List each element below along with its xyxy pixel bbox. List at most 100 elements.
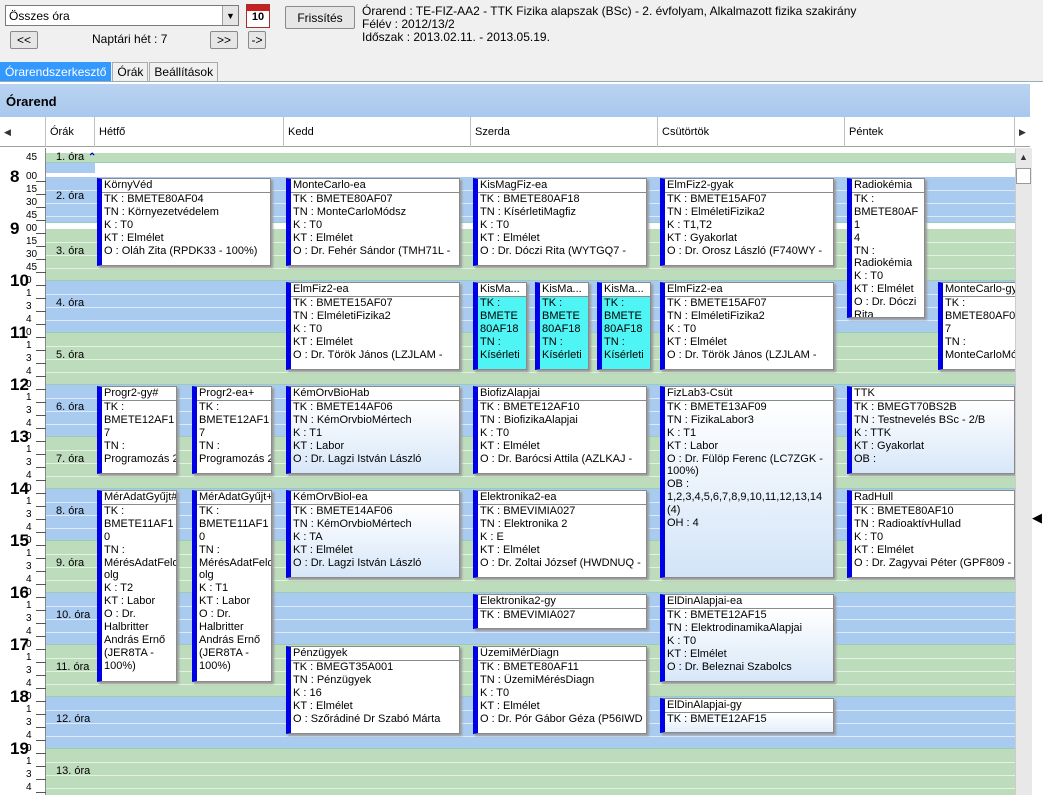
event-card[interactable]: ElmFiz2-ea TK : BMETE15AF07 TN : ElméletiF… — [660, 282, 834, 370]
column-monday[interactable]: Hétfő — [95, 117, 284, 147]
row-divider — [46, 359, 1015, 360]
event-card[interactable]: Pénzügyek TK : BMEGT35A001 TN : Pénzügyek K… — [286, 646, 460, 734]
event-line: K : T0 — [104, 218, 134, 231]
event-card[interactable]: ElmFiz2-gyak TK : BMETE15AF07 TN : Elmélet… — [660, 178, 834, 266]
event-card[interactable]: FizLab3-Csüt TK : BMETE13AF09 TN : FizikaL… — [660, 386, 834, 578]
event-card[interactable]: KisMa... TK : BMETE 80AF18 TN : Kísérleti — [535, 282, 589, 370]
event-card[interactable]: Progr2-ea+ TK : BMETE12AF1 7 TN : Programozás… — [192, 386, 272, 474]
tab-classes[interactable]: Órák — [112, 62, 149, 81]
event-line: KT : Elmélet — [667, 647, 727, 660]
event-card[interactable]: MonteCarlo-ea TK : BMETE80AF07 TN : MonteC… — [286, 178, 460, 266]
tick-mark — [36, 623, 46, 624]
event-card[interactable]: Elektronika2-ea TK : BMEVIMIA027 TN : Elek… — [473, 490, 647, 578]
tick-mark — [36, 233, 46, 234]
refresh-button[interactable]: Frissítés — [285, 6, 355, 29]
tick-mark — [36, 701, 46, 702]
event-line: KT : Elmélet — [104, 231, 164, 244]
column-friday[interactable]: Péntek — [845, 117, 1015, 147]
event-card[interactable]: Radiokémia TK : BMETE80AF1 4 TN : Radiokémia K… — [847, 178, 925, 318]
next-week-button[interactable]: >> — [210, 31, 238, 49]
period-row: 13. óra — [46, 749, 1015, 795]
event-body: TK : BMEVIMIA027 — [478, 609, 646, 628]
event-line: KT : Elmélet — [480, 699, 540, 712]
tick-mark — [36, 688, 46, 689]
jump-button[interactable]: -> — [248, 31, 266, 49]
event-line: TN : ElméletiFizika2 — [667, 309, 765, 322]
event-card[interactable]: TTK TK : BMEGT70BS2B TN : Testnevelés BSc … — [847, 386, 1015, 474]
event-card[interactable]: KisMa... TK : BMETE 80AF18 TN : Kísérleti — [473, 282, 527, 370]
event-line: TN : — [945, 335, 966, 348]
collapse-panel-icon[interactable]: ◀ — [1032, 510, 1042, 526]
event-card[interactable]: Progr2-gy# TK : BMETE12AF1 7 TN : Programozás… — [97, 386, 177, 474]
event-line: Halbritter — [199, 621, 244, 634]
tick-mark — [36, 337, 46, 338]
scroll-right-icon[interactable]: ▶ — [1015, 117, 1030, 147]
column-tuesday[interactable]: Kedd — [284, 117, 471, 147]
event-card[interactable]: MérAdatGyűjt+ TK : BMETE11AF1 0 TN : MérésAda… — [192, 490, 272, 682]
event-line: (JER8TA - — [199, 646, 249, 659]
expand-up-icon[interactable]: ⌃ — [88, 152, 96, 163]
row-divider — [46, 346, 1015, 347]
prev-week-button[interactable]: << — [10, 31, 38, 49]
tick-mark — [36, 285, 46, 286]
event-card[interactable]: MérAdatGyűjt# TK : BMETE11AF1 0 TN : MérésAda… — [97, 490, 177, 682]
event-title: Radiokémia — [852, 179, 924, 193]
tick-mark — [36, 181, 46, 182]
event-line: BMETE11AF1 — [199, 517, 269, 530]
chevron-down-icon[interactable]: ▼ — [222, 6, 238, 25]
event-title: RadHull — [852, 491, 1014, 505]
event-line: TK : BMEGT35A001 — [293, 660, 394, 673]
event-body: TK : BMETE15AF07 TN : ElméletiFizika2 K : … — [291, 297, 459, 369]
event-line: K : T0 — [480, 218, 510, 231]
event-line: K : T0 — [667, 322, 697, 335]
event-line: 80AF18 — [604, 322, 643, 335]
event-line: (4) — [667, 504, 681, 517]
event-line: 1,2,3,4,5,6,7,8,9,10,11,12,13,14 — [667, 491, 823, 504]
event-line: BMETE — [480, 309, 518, 322]
event-card[interactable]: KémOrvBiol-ea TK : BMETE14AF06 TN : KémOrv… — [286, 490, 460, 578]
event-card[interactable]: ElmFiz2-ea TK : BMETE15AF07 TN : ElméletiF… — [286, 282, 460, 370]
filter-value: Összes óra — [9, 8, 70, 23]
event-line: OB : — [667, 478, 690, 491]
tick-mark — [36, 753, 46, 754]
tab-editor[interactable]: Órarendszerkesztő — [0, 62, 112, 81]
event-line: TK : BMETE13AF09 — [667, 400, 767, 413]
scrollbar-thumb[interactable] — [1016, 168, 1031, 184]
event-line: TN : Pénzügyek — [293, 673, 372, 686]
event-line: TN : ElektrodinamikaAlapjai — [667, 621, 803, 634]
column-thursday[interactable]: Csütörtök — [658, 117, 845, 147]
scroll-up-icon[interactable]: ▲ — [1019, 152, 1028, 162]
event-line: Programozás 2 — [199, 452, 271, 465]
event-card[interactable]: KisMa... TK : BMETE 80AF18 TN : Kísérleti — [597, 282, 651, 370]
event-line: BMETE — [542, 309, 580, 322]
minute-label: 0 — [26, 431, 32, 442]
calendar-icon[interactable]: 10 — [246, 4, 270, 28]
event-card[interactable]: RadHull TK : BMETE80AF10 TN : RadioaktívHu… — [847, 490, 1015, 578]
event-line: 7 — [945, 322, 952, 335]
selected-cell[interactable] — [46, 163, 95, 173]
event-card[interactable]: ElDinAlapjai-gy TK : BMETE12AF15 — [660, 698, 834, 733]
event-line: K : T0 — [667, 634, 697, 647]
event-card[interactable]: ElDinAlapjai-ea TK : BMETE12AF15 TN : Elek… — [660, 594, 834, 682]
tick-mark — [36, 350, 46, 351]
event-card[interactable]: KisMagFiz-ea TK : BMETE80AF18 TN : Kísérle… — [473, 178, 647, 266]
event-line: O : Dr. — [104, 608, 136, 621]
scroll-left-icon[interactable]: ◀ — [0, 117, 46, 147]
event-card[interactable]: Elektronika2-gy TK : BMEVIMIA027 — [473, 594, 647, 629]
tick-mark — [36, 415, 46, 416]
event-card[interactable]: BiofizAlapjai TK : BMETE12AF10 TN : Biofiz… — [473, 386, 647, 474]
vertical-scrollbar[interactable]: ▲ — [1015, 148, 1032, 795]
tick-mark — [36, 740, 46, 741]
event-card[interactable]: KörnyVéd TK : BMETE80AF04 TN : Környezetvé… — [97, 178, 271, 266]
event-card[interactable]: ÜzemiMérDiagn TK : BMETE80AF11 TN : ÜzemiM… — [473, 646, 647, 734]
event-body: TK : BMETE12AF1 7 TN : Programozás 2 — [102, 401, 176, 473]
filter-combobox[interactable]: Összes óra ▼ — [5, 5, 239, 26]
column-wednesday[interactable]: Szerda — [471, 117, 658, 147]
event-line: 100%) — [199, 659, 231, 672]
event-line: K : T1 — [293, 426, 323, 439]
event-card[interactable]: KémOrvBioHab TK : BMETE14AF06 TN : KémOrvb… — [286, 386, 460, 474]
tab-settings[interactable]: Beállítások — [149, 62, 219, 81]
event-card[interactable]: MonteCarlo-gy TK : BMETE80AF0 7 TN : MonteCar… — [938, 282, 1015, 370]
period-label: 2. óra — [56, 189, 85, 202]
tick-mark — [36, 454, 46, 455]
